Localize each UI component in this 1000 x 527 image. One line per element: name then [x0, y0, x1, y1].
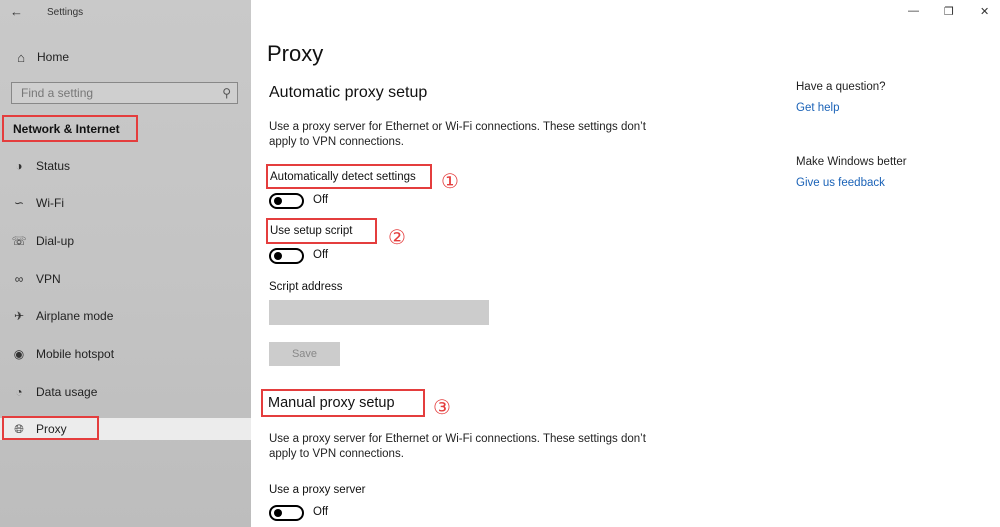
- setup-script-state: Off: [313, 249, 329, 261]
- auto-detect-state: Off: [313, 194, 329, 206]
- sidebar-item-home[interactable]: ⌂ Home: [12, 47, 69, 67]
- make-windows-better-heading: Make Windows better: [796, 156, 907, 168]
- annotation-marker-2: ②: [388, 227, 406, 249]
- manual-proxy-description: Use a proxy server for Ethernet or Wi-Fi…: [269, 433, 646, 460]
- search-box[interactable]: ⚲: [11, 82, 238, 104]
- main-content: Proxy Automatic proxy setup Use a proxy …: [251, 0, 1000, 527]
- toggle-knob: [274, 197, 282, 205]
- globe-icon: 🌐︎: [14, 421, 24, 436]
- phone-icon: ☏: [11, 234, 27, 248]
- sidebar: ← Settings ⌂ Home ⚲ Network & Internet ◑…: [0, 0, 251, 527]
- sidebar-item-label: Mobile hotspot: [36, 347, 115, 361]
- script-address-input[interactable]: [269, 300, 489, 325]
- script-address-label: Script address: [269, 281, 343, 293]
- auto-detect-toggle[interactable]: [269, 193, 304, 209]
- sidebar-item-label: Home: [37, 50, 70, 64]
- toggle-knob: [274, 509, 282, 517]
- search-icon[interactable]: ⚲: [222, 86, 231, 100]
- sidebar-item-label: Wi-Fi: [36, 196, 64, 210]
- annotation-marker-3: ③: [433, 397, 451, 419]
- sidebar-item-vpn[interactable]: ∞ VPN: [0, 268, 251, 290]
- window-title: Settings: [47, 7, 84, 18]
- sidebar-item-label: Airplane mode: [36, 309, 114, 323]
- auto-detect-label: Automatically detect settings: [266, 164, 432, 189]
- sidebar-item-label: VPN: [36, 272, 61, 286]
- use-proxy-state: Off: [313, 506, 329, 518]
- sidebar-item-label: Dial-up: [36, 234, 75, 248]
- search-input[interactable]: [21, 86, 223, 100]
- back-arrow-icon[interactable]: ←: [10, 4, 23, 19]
- feedback-link[interactable]: Give us feedback: [796, 177, 885, 189]
- sidebar-item-airplane-mode[interactable]: ✈ Airplane mode: [0, 305, 251, 327]
- automatic-proxy-description: Use a proxy server for Ethernet or Wi-Fi…: [269, 121, 646, 148]
- sidebar-item-dialup[interactable]: ☏ Dial-up: [0, 230, 251, 252]
- question-heading: Have a question?: [796, 81, 886, 93]
- automatic-proxy-heading: Automatic proxy setup: [269, 84, 428, 101]
- sidebar-item-data-usage[interactable]: ◔ Data usage: [0, 381, 251, 403]
- page-title: Proxy: [267, 41, 324, 66]
- toggle-knob: [274, 252, 282, 260]
- sidebar-item-wifi[interactable]: ∽ Wi-Fi: [0, 192, 251, 214]
- home-icon: ⌂: [17, 49, 25, 65]
- sidebar-item-label: Proxy: [36, 422, 67, 436]
- annotation-marker-1: ①: [441, 171, 459, 193]
- use-proxy-toggle[interactable]: [269, 505, 304, 521]
- get-help-link[interactable]: Get help: [796, 102, 839, 114]
- globe-status-icon: ◑: [15, 159, 23, 173]
- section-title: Network & Internet: [2, 115, 138, 142]
- sidebar-item-mobile-hotspot[interactable]: ◉ Mobile hotspot: [0, 343, 251, 365]
- setup-script-toggle[interactable]: [269, 248, 304, 264]
- sidebar-item-label: Data usage: [36, 385, 98, 399]
- use-proxy-label: Use a proxy server: [269, 484, 366, 496]
- sidebar-item-status[interactable]: ◑ Status: [0, 155, 251, 177]
- airplane-icon: ✈: [13, 309, 25, 323]
- wifi-icon: ∽: [13, 196, 25, 210]
- manual-proxy-heading: Manual proxy setup: [261, 389, 425, 417]
- save-button[interactable]: Save: [269, 342, 340, 366]
- vpn-icon: ∞: [14, 272, 24, 286]
- sidebar-item-proxy[interactable]: 🌐︎ Proxy: [0, 418, 251, 440]
- sidebar-item-label: Status: [36, 159, 71, 173]
- hotspot-icon: ◉: [13, 347, 25, 361]
- data-usage-icon: ◔: [15, 385, 23, 399]
- setup-script-label: Use setup script: [266, 218, 377, 244]
